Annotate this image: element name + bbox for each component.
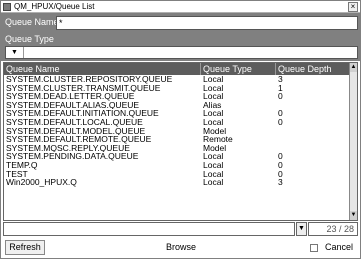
status-dropdown-icon[interactable]: ▼ xyxy=(296,222,307,236)
queue-name-cell: SYSTEM.DEFAULT.INITIATION.QUEUE xyxy=(6,109,159,118)
queue-name-cell: TEMP.Q xyxy=(6,160,38,170)
queue-depth-cell: 0 xyxy=(278,117,283,127)
queue-name-cell: TEST xyxy=(6,169,28,179)
column-header-queue-type[interactable]: Queue Type xyxy=(201,63,276,75)
app-icon xyxy=(3,3,11,11)
queue-name-cell: SYSTEM.CLUSTER.REPOSITORY.QUEUE xyxy=(6,75,173,84)
table-row[interactable]: SYSTEM.MQSC.REPLY.QUEUE Model xyxy=(4,144,351,153)
table-header: Queue Name Queue Type Queue Depth xyxy=(4,63,351,75)
queue-depth-cell: 3 xyxy=(278,178,283,187)
table-row[interactable]: TEMP.Q Local 0 xyxy=(4,161,351,170)
queue-depth-cell: 0 xyxy=(278,160,283,170)
table-row[interactable]: SYSTEM.CLUSTER.TRANSMIT.QUEUE Local 1 xyxy=(4,84,351,93)
table-row[interactable]: SYSTEM.DEAD.LETTER.QUEUE Local 0 xyxy=(4,92,351,101)
queue-type-cell: Model xyxy=(203,126,227,136)
queue-depth-cell: 0 xyxy=(278,109,283,118)
table-row[interactable]: SYSTEM.PENDING.DATA.QUEUE Local 0 xyxy=(4,152,351,161)
queue-name-cell: SYSTEM.DEAD.LETTER.QUEUE xyxy=(6,92,135,101)
queue-type-cell: Local xyxy=(203,117,224,127)
queue-name-cell: SYSTEM.CLUSTER.TRANSMIT.QUEUE xyxy=(6,83,161,93)
table-row[interactable]: SYSTEM.DEFAULT.INITIATION.QUEUE Local 0 xyxy=(4,109,351,118)
queue-type-select[interactable]: ▼ xyxy=(5,46,358,59)
dropdown-arrow-icon[interactable]: ▼ xyxy=(6,47,24,58)
queue-count: 23 / 28 xyxy=(308,222,358,236)
queue-type-cell: Local xyxy=(203,75,224,84)
table-row[interactable]: SYSTEM.DEFAULT.REMOTE.QUEUE Remote xyxy=(4,135,351,144)
vertical-scrollbar[interactable]: ▲ ▼ xyxy=(349,63,357,220)
queue-name-cell: SYSTEM.DEFAULT.LOCAL.QUEUE xyxy=(6,117,143,127)
queue-type-cell: Local xyxy=(203,92,224,101)
scroll-down-icon[interactable]: ▼ xyxy=(350,211,357,220)
queue-type-row: Queue Type ▼ xyxy=(1,33,360,61)
queue-list-window: QM_HPUX/Queue List × Queue Name * Queue … xyxy=(0,0,361,259)
queue-type-cell: Local xyxy=(203,83,224,93)
queue-name-cell: SYSTEM.DEFAULT.ALIAS.QUEUE xyxy=(6,100,140,110)
column-header-queue-name[interactable]: Queue Name xyxy=(4,63,201,75)
queue-name-label: Queue Name xyxy=(5,17,59,27)
queue-depth-cell: 3 xyxy=(278,75,283,84)
close-icon[interactable]: × xyxy=(348,2,358,12)
column-header-queue-depth[interactable]: Queue Depth xyxy=(276,63,351,75)
queue-depth-cell: 0 xyxy=(278,169,283,179)
queue-table: Queue Name Queue Type Queue Depth SYSTEM… xyxy=(3,62,358,221)
queue-type-cell: Model xyxy=(203,143,227,153)
button-row: Refresh Browse Cancel xyxy=(1,239,360,257)
browse-button[interactable]: Browse xyxy=(161,240,201,255)
table-row[interactable]: SYSTEM.CLUSTER.REPOSITORY.QUEUE Local 3 xyxy=(4,75,351,84)
queue-name-cell: SYSTEM.MQSC.REPLY.QUEUE xyxy=(6,143,130,153)
scroll-up-icon[interactable]: ▲ xyxy=(350,63,357,72)
queue-type-cell: Local xyxy=(203,160,224,170)
status-field[interactable] xyxy=(3,222,295,236)
cancel-button[interactable]: Cancel xyxy=(310,240,359,255)
queue-type-cell: Remote xyxy=(203,135,233,144)
cancel-checkbox-icon[interactable] xyxy=(310,244,318,252)
queue-type-cell: Local xyxy=(203,169,224,179)
queue-depth-cell: 0 xyxy=(278,92,283,101)
queue-type-label: Queue Type xyxy=(5,34,54,44)
queue-type-cell: Alias xyxy=(203,100,222,110)
queue-name-cell: SYSTEM.PENDING.DATA.QUEUE xyxy=(6,152,139,161)
window-title: QM_HPUX/Queue List xyxy=(14,2,95,11)
queue-type-cell: Local xyxy=(203,178,224,187)
refresh-button[interactable]: Refresh xyxy=(5,240,45,255)
queue-name-row: Queue Name * xyxy=(1,13,360,33)
table-row[interactable]: SYSTEM.DEFAULT.ALIAS.QUEUE Alias xyxy=(4,101,351,110)
queue-name-input[interactable]: * xyxy=(56,16,358,30)
table-row[interactable]: SYSTEM.DEFAULT.MODEL.QUEUE Model xyxy=(4,127,351,136)
table-body: SYSTEM.CLUSTER.REPOSITORY.QUEUE Local 3 SYS… xyxy=(4,75,351,187)
queue-name-cell: SYSTEM.DEFAULT.MODEL.QUEUE xyxy=(6,126,146,136)
queue-name-cell: SYSTEM.DEFAULT.REMOTE.QUEUE xyxy=(6,135,152,144)
table-row[interactable]: TEST Local 0 xyxy=(4,170,351,179)
queue-name-cell: Win2000_HPUX.Q xyxy=(6,178,77,187)
queue-depth-cell: 0 xyxy=(278,152,283,161)
title-bar: QM_HPUX/Queue List × xyxy=(1,1,360,13)
cancel-label: Cancel xyxy=(324,242,353,252)
queue-type-cell: Local xyxy=(203,152,224,161)
table-row[interactable]: SYSTEM.DEFAULT.LOCAL.QUEUE Local 0 xyxy=(4,118,351,127)
queue-type-cell: Local xyxy=(203,109,224,118)
queue-depth-cell: 1 xyxy=(278,83,283,93)
status-row: ▼ 23 / 28 xyxy=(3,222,358,236)
table-row[interactable]: Win2000_HPUX.Q Local 3 xyxy=(4,178,351,187)
